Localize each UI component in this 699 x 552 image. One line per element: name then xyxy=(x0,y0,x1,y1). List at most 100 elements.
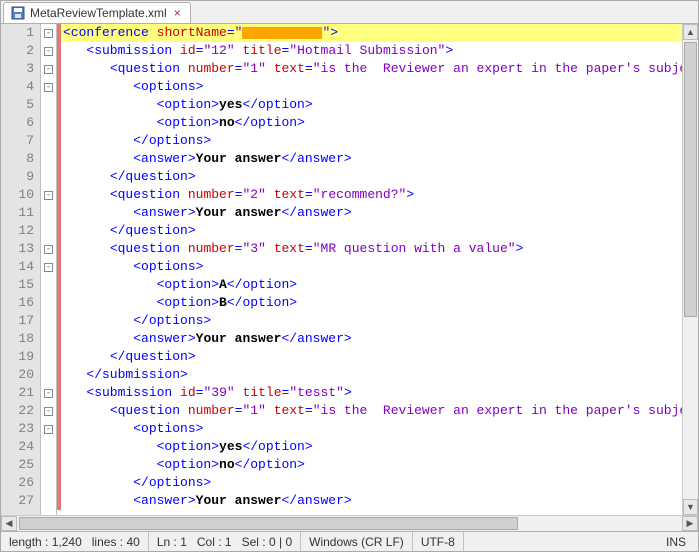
line-number: 25 xyxy=(1,456,34,474)
code-line[interactable]: <question number="3" text="MR question w… xyxy=(61,240,682,258)
line-number-gutter: 1234567891011121314151617181920212223242… xyxy=(1,24,41,515)
fold-cell xyxy=(41,294,56,312)
status-length: length : 1,240 lines : 40 xyxy=(1,532,149,551)
redacted-value xyxy=(242,27,322,39)
fold-toggle[interactable]: - xyxy=(44,389,53,398)
line-number: 19 xyxy=(1,348,34,366)
code-area: 1234567891011121314151617181920212223242… xyxy=(1,24,698,515)
status-eol: Windows (CR LF) xyxy=(301,532,413,551)
fold-cell xyxy=(41,474,56,492)
line-number: 3 xyxy=(1,60,34,78)
file-tab[interactable]: MetaReviewTemplate.xml × xyxy=(3,2,191,23)
fold-cell xyxy=(41,132,56,150)
line-number: 22 xyxy=(1,402,34,420)
fold-cell: - xyxy=(41,24,56,42)
code-line[interactable]: <conference shortName=""> xyxy=(61,24,682,42)
fold-cell xyxy=(41,114,56,132)
line-number: 11 xyxy=(1,204,34,222)
code-line[interactable]: <submission id="12" title="Hotmail Submi… xyxy=(61,42,682,60)
hscroll-track[interactable] xyxy=(17,516,682,531)
fold-toggle[interactable]: - xyxy=(44,65,53,74)
scroll-left-button[interactable]: ◀ xyxy=(1,516,17,531)
code-line[interactable]: <option>B</option> xyxy=(61,294,682,312)
fold-toggle[interactable]: - xyxy=(44,245,53,254)
code-line[interactable]: </submission> xyxy=(61,366,682,384)
fold-cell: - xyxy=(41,78,56,96)
code-line[interactable]: <option>no</option> xyxy=(61,114,682,132)
code-line[interactable]: <answer>Your answer</answer> xyxy=(61,204,682,222)
scroll-right-button[interactable]: ▶ xyxy=(682,516,698,531)
lines-label: lines : xyxy=(92,535,123,549)
fold-cell xyxy=(41,348,56,366)
code-line[interactable]: </question> xyxy=(61,222,682,240)
fold-cell: - xyxy=(41,258,56,276)
line-number: 26 xyxy=(1,474,34,492)
scroll-down-button[interactable]: ▼ xyxy=(683,499,698,515)
line-number: 17 xyxy=(1,312,34,330)
code-line[interactable]: <options> xyxy=(61,258,682,276)
length-label: length : xyxy=(9,535,48,549)
close-icon[interactable]: × xyxy=(171,7,184,20)
scroll-thumb[interactable] xyxy=(684,42,697,317)
line-number: 16 xyxy=(1,294,34,312)
line-number: 8 xyxy=(1,150,34,168)
code-line[interactable]: <question number="2" text="recommend?"> xyxy=(61,186,682,204)
line-number: 20 xyxy=(1,366,34,384)
fold-toggle[interactable]: - xyxy=(44,83,53,92)
sel-label: Sel : xyxy=(242,535,266,549)
line-number: 9 xyxy=(1,168,34,186)
horizontal-scrollbar[interactable]: ◀ ▶ xyxy=(1,515,698,531)
scroll-track[interactable] xyxy=(683,40,698,499)
code-line[interactable]: <options> xyxy=(61,78,682,96)
fold-margin: - - - - - - - - - - xyxy=(41,24,57,515)
hscroll-thumb[interactable] xyxy=(19,517,518,530)
save-icon xyxy=(10,5,26,21)
code-line[interactable]: <option>no</option> xyxy=(61,456,682,474)
length-value: 1,240 xyxy=(52,535,82,549)
code-line[interactable]: </options> xyxy=(61,474,682,492)
code-line[interactable]: <option>yes</option> xyxy=(61,438,682,456)
code-line[interactable]: <answer>Your answer</answer> xyxy=(61,150,682,168)
code-line[interactable]: <answer>Your answer</answer> xyxy=(61,492,682,510)
fold-cell: - xyxy=(41,42,56,60)
col-label: Col : xyxy=(197,535,222,549)
fold-cell xyxy=(41,366,56,384)
code-line[interactable]: </question> xyxy=(61,168,682,186)
ln-value: 1 xyxy=(180,535,187,549)
code-line[interactable]: </options> xyxy=(61,132,682,150)
editor-window: MetaReviewTemplate.xml × 123456789101112… xyxy=(0,0,699,552)
code-line[interactable]: </options> xyxy=(61,312,682,330)
code-content[interactable]: <conference shortName=""> <submission id… xyxy=(61,24,682,515)
fold-cell xyxy=(41,168,56,186)
status-bar: length : 1,240 lines : 40 Ln : 1 Col : 1… xyxy=(1,531,698,551)
scroll-up-button[interactable]: ▲ xyxy=(683,24,698,40)
code-line[interactable]: <options> xyxy=(61,420,682,438)
vertical-scrollbar[interactable]: ▲ ▼ xyxy=(682,24,698,515)
sel-value: 0 | 0 xyxy=(269,535,292,549)
fold-toggle[interactable]: - xyxy=(44,191,53,200)
fold-cell xyxy=(41,96,56,114)
code-line[interactable]: </question> xyxy=(61,348,682,366)
code-line[interactable]: <option>yes</option> xyxy=(61,96,682,114)
line-number: 24 xyxy=(1,438,34,456)
line-number: 21 xyxy=(1,384,34,402)
code-line[interactable]: <submission id="39" title="tesst"> xyxy=(61,384,682,402)
status-position: Ln : 1 Col : 1 Sel : 0 | 0 xyxy=(149,532,301,551)
fold-toggle[interactable]: - xyxy=(44,407,53,416)
fold-cell xyxy=(41,204,56,222)
fold-cell: - xyxy=(41,384,56,402)
fold-toggle[interactable]: - xyxy=(44,425,53,434)
fold-toggle[interactable]: - xyxy=(44,29,53,38)
code-line[interactable]: <question number="1" text="is the Review… xyxy=(61,60,682,78)
fold-toggle[interactable]: - xyxy=(44,263,53,272)
code-line[interactable]: <question number="1" text="is the Review… xyxy=(61,402,682,420)
fold-cell xyxy=(41,492,56,510)
line-number: 18 xyxy=(1,330,34,348)
fold-toggle[interactable]: - xyxy=(44,47,53,56)
line-number: 4 xyxy=(1,78,34,96)
fold-cell: - xyxy=(41,186,56,204)
code-line[interactable]: <option>A</option> xyxy=(61,276,682,294)
lines-value: 40 xyxy=(126,535,139,549)
fold-cell xyxy=(41,438,56,456)
code-line[interactable]: <answer>Your answer</answer> xyxy=(61,330,682,348)
